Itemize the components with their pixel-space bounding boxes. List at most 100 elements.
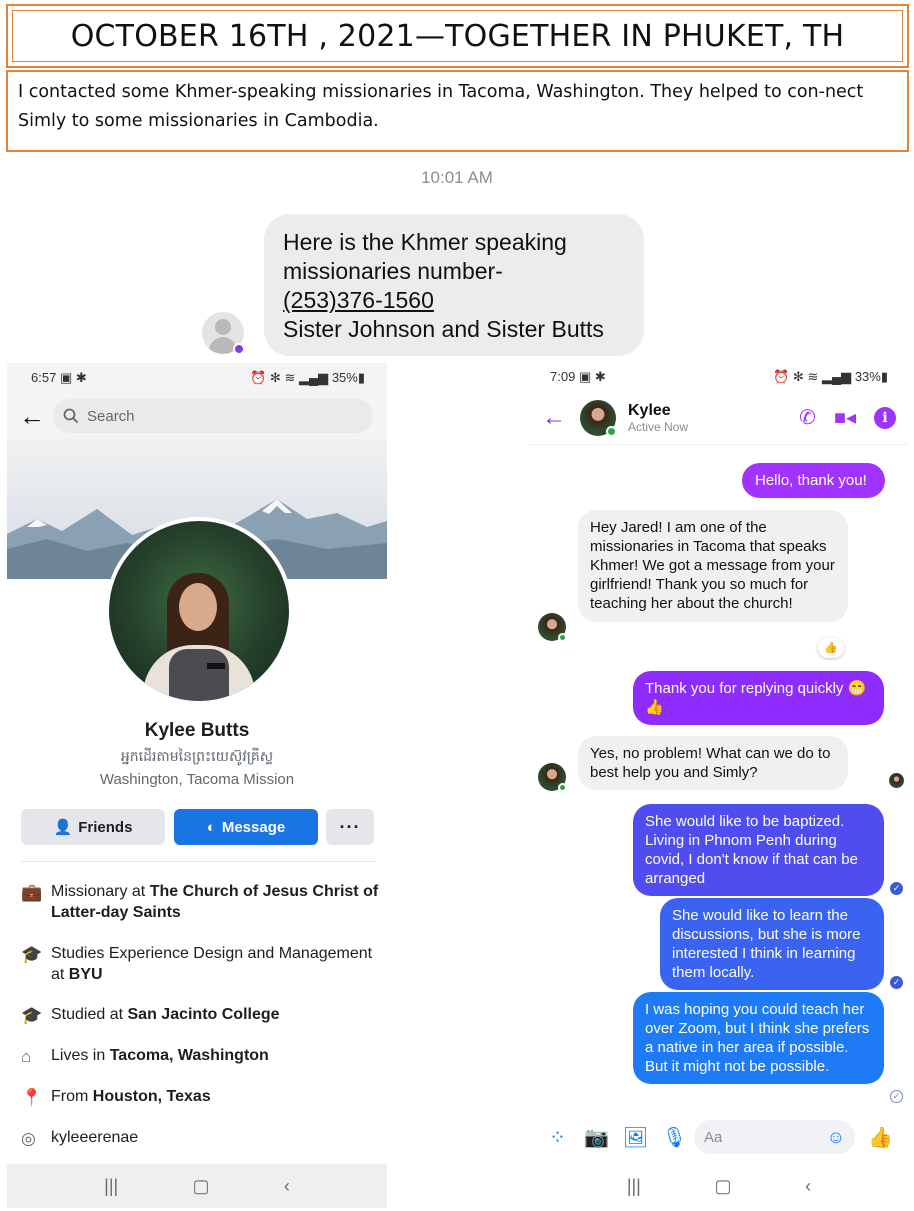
- friends-label: Friends: [78, 818, 133, 836]
- instagram-icon: ◎: [21, 1129, 36, 1148]
- status-time: 6:57: [31, 370, 57, 385]
- sender-avatar: [538, 763, 567, 792]
- signal-icon: ▂▄▆: [298, 370, 329, 385]
- camera-icon[interactable]: 📷: [577, 1125, 616, 1150]
- contact-info[interactable]: Kylee Active Now: [628, 402, 781, 434]
- search-input[interactable]: Search: [53, 399, 373, 433]
- thumbs-up-reaction-icon[interactable]: 👍: [818, 638, 844, 658]
- message-input[interactable]: Aa ☺: [694, 1120, 855, 1154]
- message-outgoing[interactable]: Hello, thank you!: [742, 463, 885, 498]
- microphone-icon[interactable]: 🎙: [655, 1125, 694, 1150]
- back-arrow-icon[interactable]: ←: [19, 401, 53, 432]
- profile-name: Kylee Butts: [144, 720, 250, 741]
- message-outgoing[interactable]: Thank you for replying quickly 😁👍: [633, 671, 884, 725]
- chat-header: ← Kylee Active Now ✆ ■◂ i: [530, 391, 908, 445]
- home-button-icon[interactable]: ▢: [714, 1176, 731, 1197]
- wifi-icon: ≋: [807, 369, 819, 384]
- alarm-icon: ⏰: [250, 370, 267, 385]
- info-text: Missionary at: [51, 883, 150, 900]
- read-receipt-avatar: [889, 773, 904, 788]
- delivered-check-icon: ✓: [890, 882, 903, 895]
- sms-timestamp: 10:01 AM: [421, 168, 493, 187]
- messenger-icon: ◐: [206, 818, 216, 836]
- sent-check-icon: ✓: [890, 1090, 903, 1103]
- battery-percent: 35%: [331, 370, 358, 385]
- gallery-icon: ▣: [59, 370, 73, 385]
- profile-actions: 👤 Friends ◐ Message ···: [21, 809, 375, 847]
- info-item-from[interactable]: 📍 From Houston, Texas: [21, 1086, 381, 1108]
- gallery-icon: ▣: [578, 369, 592, 384]
- search-bar: ← Search: [7, 393, 387, 439]
- home-icon: ⌂: [21, 1047, 32, 1066]
- recent-apps-icon[interactable]: |||: [627, 1176, 641, 1197]
- info-icon[interactable]: i: [874, 406, 896, 429]
- sms-phone-link[interactable]: (253)376-1560: [283, 286, 625, 315]
- divider: [21, 861, 375, 862]
- sms-line: Here is the Khmer speaking: [283, 229, 567, 255]
- message-incoming[interactable]: Yes, no problem! What can we do to best …: [578, 736, 848, 790]
- info-bold: Houston, Texas: [92, 1088, 211, 1105]
- message-outgoing[interactable]: She would like to learn the discussions,…: [660, 898, 884, 990]
- bluetooth-icon: ✻: [269, 370, 281, 385]
- gallery-icon[interactable]: 🖼: [616, 1125, 655, 1150]
- video-call-icon[interactable]: ■◂: [834, 405, 856, 430]
- battery-icon: ▮: [357, 370, 365, 385]
- android-nav-bar: ||| ▢ ‹: [7, 1164, 387, 1208]
- contact-name: Kylee: [628, 401, 671, 419]
- apps-grid-icon[interactable]: ⁘: [538, 1125, 577, 1150]
- emoji-icon[interactable]: ☺: [827, 1127, 845, 1148]
- sender-avatar: [538, 613, 567, 642]
- info-bold: BYU: [68, 966, 103, 983]
- asterisk-icon: ✱: [75, 370, 87, 385]
- profile-picture[interactable]: [105, 517, 293, 705]
- back-nav-icon[interactable]: ‹: [805, 1176, 811, 1197]
- status-bar: 7:09 ▣ ✱ ⏰ ✻ ≋ ▂▄▆ 33%▮: [530, 363, 908, 391]
- phone-call-icon[interactable]: ✆: [799, 405, 816, 430]
- recent-apps-icon[interactable]: |||: [104, 1176, 118, 1197]
- alarm-icon: ⏰: [773, 369, 790, 384]
- contact-avatar[interactable]: [580, 399, 617, 437]
- delivered-check-icon: ✓: [890, 976, 903, 989]
- page-title: OCTOBER 16TH , 2021—TOGETHER IN PHUKET, …: [12, 10, 903, 62]
- android-nav-bar: ||| ▢ ‹: [530, 1164, 908, 1208]
- thumbs-up-icon[interactable]: 👍: [861, 1125, 900, 1150]
- back-arrow-icon[interactable]: ←: [542, 404, 580, 432]
- online-indicator: [558, 633, 567, 642]
- message-outgoing[interactable]: She would like to be baptized. Living in…: [633, 804, 884, 896]
- facebook-profile-screen: 6:57 ▣ ✱ ⏰ ✻ ≋ ▂▄▆ 35%▮ ← Search Kylee B…: [7, 363, 387, 1208]
- sms-message-bubble: Here is the Khmer speaking missionaries …: [264, 214, 644, 356]
- friends-button[interactable]: 👤 Friends: [21, 809, 165, 845]
- message-label: Message: [221, 818, 286, 836]
- search-icon: [63, 408, 79, 424]
- message-incoming[interactable]: Hey Jared! I am one of the missionaries …: [578, 510, 848, 622]
- online-indicator: [606, 425, 617, 437]
- online-indicator: [558, 783, 567, 792]
- status-time: 7:09: [550, 369, 576, 384]
- briefcase-icon: 💼: [21, 883, 43, 902]
- sms-line: Sister Johnson and Sister Butts: [283, 316, 604, 342]
- graduation-cap-icon: 🎓: [21, 945, 43, 964]
- wifi-icon: ≋: [284, 370, 296, 385]
- message-input-placeholder: Aa: [704, 1128, 723, 1146]
- bluetooth-icon: ✻: [792, 369, 804, 384]
- message-button[interactable]: ◐ Message: [174, 809, 318, 845]
- battery-percent: 33%: [854, 369, 881, 384]
- more-options-button[interactable]: ···: [326, 809, 374, 845]
- asterisk-icon: ✱: [594, 369, 606, 384]
- info-item-studies[interactable]: 🎓 Studies Experience Design and Manageme…: [21, 943, 381, 985]
- title-box: OCTOBER 16TH , 2021—TOGETHER IN PHUKET, …: [6, 4, 909, 68]
- info-text: Lives in: [51, 1047, 110, 1064]
- message-outgoing[interactable]: I was hoping you could teach her over Zo…: [633, 992, 884, 1084]
- info-text: Studied at: [51, 1006, 128, 1023]
- info-item-studied[interactable]: 🎓 Studied at San Jacinto College: [21, 1004, 381, 1026]
- composer-bar: ⁘ 📷 🖼 🎙 Aa ☺ 👍: [530, 1115, 908, 1159]
- info-item-work[interactable]: 💼 Missionary at The Church of Jesus Chri…: [21, 881, 381, 923]
- info-bold: Tacoma, Washington: [109, 1047, 269, 1064]
- search-placeholder: Search: [87, 407, 135, 425]
- info-item-lives[interactable]: ⌂ Lives in Tacoma, Washington: [21, 1045, 381, 1067]
- back-nav-icon[interactable]: ‹: [284, 1176, 290, 1197]
- info-item-instagram[interactable]: ◎ kyleeerenae: [21, 1127, 381, 1149]
- caption-note: I contacted some Khmer-speaking missiona…: [6, 70, 909, 152]
- messenger-badge-icon: [233, 343, 245, 355]
- home-button-icon[interactable]: ▢: [193, 1176, 210, 1197]
